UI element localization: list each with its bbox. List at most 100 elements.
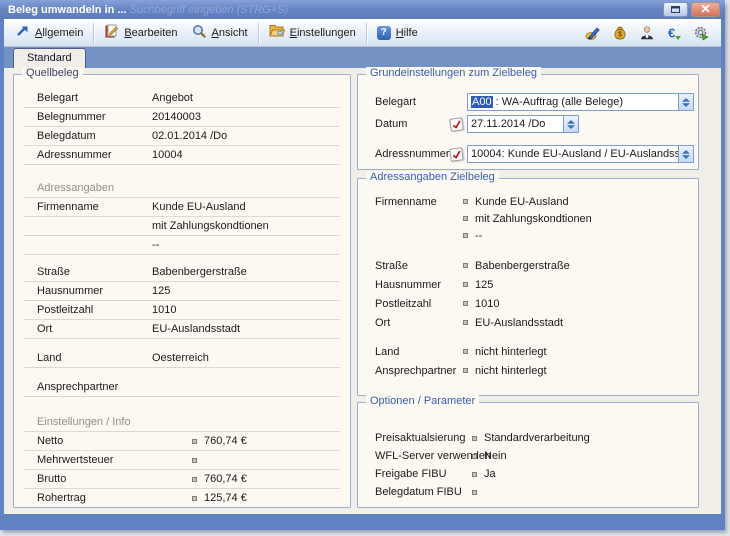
selected-text: A00 xyxy=(471,96,493,108)
toolbar-item-label: Einstellungen xyxy=(290,27,356,39)
tab-page-standard: Quellbeleg Belegart Angebot Belegnummer … xyxy=(4,68,721,514)
field-row: -- xyxy=(24,236,340,255)
field-row-ziel-strasse: Straße Babenbergerstraße xyxy=(358,256,698,275)
toolbar-item-ansicht[interactable]: Ansicht xyxy=(185,21,255,45)
section-header-adressangaben: Adressangaben xyxy=(24,179,340,198)
field-row-rohertrag: Rohertrag 125,74 € xyxy=(24,489,340,507)
field-row-ansprechpartner: Ansprechpartner xyxy=(24,378,340,397)
toolbar-item-hilfe[interactable]: ? Hilfe xyxy=(370,23,425,43)
value-marker-icon xyxy=(463,233,468,238)
toolbar-separator xyxy=(366,23,367,43)
field-row-freigabe-fibu: Freigabe FIBU Ja xyxy=(358,465,698,483)
signature-pen-icon[interactable] xyxy=(585,25,601,41)
tab-label: Standard xyxy=(27,52,72,64)
window-title: Beleg umwandeln in ... xyxy=(8,4,127,16)
field-row-belegnummer: Belegnummer 20140003 xyxy=(24,108,340,127)
process-export-icon[interactable] xyxy=(693,25,709,41)
toolbar: Allgemein Bearbeiten Ansicht Einstellung… xyxy=(4,19,721,47)
field-row-ziel-adressnummer: Adressnummer 10004: Kunde EU-Ausland / E… xyxy=(375,143,698,165)
adressnummer-combobox[interactable]: 10004: Kunde EU-Ausland / EU-Auslandssta… xyxy=(467,145,694,163)
field-row-land: Land Oesterreich xyxy=(24,349,340,368)
field-row: mit Zahlungskondtionen xyxy=(358,210,698,227)
value-marker-icon xyxy=(472,454,477,459)
restore-button[interactable] xyxy=(663,2,688,17)
field-row-strasse: Straße Babenbergerstraße xyxy=(24,263,340,282)
toolbar-item-label: Allgemein xyxy=(35,27,83,39)
value-marker-icon xyxy=(463,301,468,306)
close-icon xyxy=(701,4,710,16)
datum-spinbox[interactable]: 27.11.2014 /Do xyxy=(467,115,579,133)
close-button[interactable] xyxy=(691,2,720,17)
beleg-umwandeln-window: Beleg umwandeln in ... Suchbegriff einge… xyxy=(0,0,725,530)
value-marker-icon xyxy=(463,199,468,204)
value-marker-icon xyxy=(463,368,468,373)
field-row-ziel-ort: Ort EU-Auslandsstadt xyxy=(358,313,698,332)
value-marker-icon xyxy=(472,472,477,477)
field-row-belegdatum: Belegdatum 02.01.2014 /Do xyxy=(24,127,340,146)
help-icon: ? xyxy=(377,26,391,40)
field-row-ziel-land: Land nicht hinterlegt xyxy=(358,342,698,361)
field-row-ort: Ort EU-Auslandsstadt xyxy=(24,320,340,339)
dropdown-spinner-icon[interactable] xyxy=(678,146,693,162)
toolbar-item-bearbeiten[interactable]: Bearbeiten xyxy=(97,21,184,45)
edit-notebook-icon xyxy=(104,24,119,42)
field-row-ziel-firmenname: Firmenname Kunde EU-Ausland xyxy=(358,193,698,210)
search-hint: Suchbegriff eingeben (STRG+S) xyxy=(130,4,289,16)
field-row-ziel-belegart: Belegart A00 : WA-Auftrag (alle Belege) xyxy=(375,91,698,113)
toolbar-item-label: Hilfe xyxy=(396,27,418,39)
value-marker-icon xyxy=(463,349,468,354)
toolbar-item-allgemein[interactable]: Allgemein xyxy=(8,21,90,44)
zielbeleg-settings-panel: Grundeinstellungen zum Zielbeleg Belegar… xyxy=(357,74,699,170)
money-bag-icon[interactable]: $ xyxy=(612,25,628,41)
arrow-up-right-icon xyxy=(15,24,30,41)
titlebar: Beleg umwandeln in ... Suchbegriff einge… xyxy=(0,0,725,19)
restore-icon xyxy=(671,4,680,16)
magnifier-icon xyxy=(192,24,207,42)
toolbar-separator xyxy=(258,23,259,43)
address-check-icon[interactable] xyxy=(449,147,464,162)
quellbeleg-panel: Quellbeleg Belegart Angebot Belegnummer … xyxy=(13,74,351,508)
section-header-einstellungen-info: Einstellungen / Info xyxy=(24,413,340,432)
date-check-icon[interactable] xyxy=(449,117,464,132)
field-row-brutto: Brutto 760,74 € xyxy=(24,470,340,489)
field-row-ziel-hausnummer: Hausnummer 125 xyxy=(358,275,698,294)
field-row-netto: Netto 760,74 € xyxy=(24,432,340,451)
field-row-mehrwertsteuer: Mehrwertsteuer xyxy=(24,451,340,470)
svg-text:€: € xyxy=(668,25,675,40)
value-marker-icon xyxy=(472,436,477,441)
field-row-ziel-postleitzahl: Postleitzahl 1010 xyxy=(358,294,698,313)
dropdown-spinner-icon[interactable] xyxy=(678,94,693,110)
toolbar-item-einstellungen[interactable]: Einstellungen xyxy=(262,21,363,44)
ziel-adresse-panel: Adressangaben Zielbeleg Firmenname Kunde… xyxy=(357,178,699,396)
field-row-firmenname: Firmenname Kunde EU-Ausland xyxy=(24,198,340,217)
toolbar-separator xyxy=(93,23,94,43)
value-marker-icon xyxy=(463,216,468,221)
value-marker-icon xyxy=(192,458,197,463)
dropdown-spinner-icon[interactable] xyxy=(563,116,578,132)
field-row-belegart: Belegart Angebot xyxy=(24,89,340,108)
value-marker-icon xyxy=(472,490,477,495)
field-row-ziel-datum: Datum 27.11.2014 /Do xyxy=(375,113,698,135)
field-row-hausnummer: Hausnummer 125 xyxy=(24,282,340,301)
value-marker-icon xyxy=(192,477,197,482)
field-row: mit Zahlungskondtionen xyxy=(24,217,340,236)
contact-person-icon[interactable] xyxy=(639,25,655,41)
field-row-belegdatum-fibu: Belegdatum FIBU xyxy=(358,483,698,501)
belegart-combobox[interactable]: A00 : WA-Auftrag (alle Belege) xyxy=(467,93,694,111)
svg-text:$: $ xyxy=(618,31,622,38)
euro-icon[interactable]: € xyxy=(666,25,682,41)
field-row-preisaktualisierung: Preisaktualsierung Standardverarbeitung xyxy=(358,429,698,447)
value-marker-icon xyxy=(463,282,468,287)
optionen-panel: Optionen / Parameter Preisaktualsierung … xyxy=(357,402,699,508)
field-row-postleitzahl: Postleitzahl 1010 xyxy=(24,301,340,320)
value-marker-icon xyxy=(192,439,197,444)
field-row-adressnummer: Adressnummer 10004 xyxy=(24,146,340,165)
tab-standard[interactable]: Standard xyxy=(13,48,86,68)
toolbar-item-label: Bearbeiten xyxy=(124,27,177,39)
value-marker-icon xyxy=(192,496,197,501)
folder-settings-icon xyxy=(269,24,285,41)
value-marker-icon xyxy=(463,263,468,268)
field-row: -- xyxy=(358,227,698,244)
field-row-wfl-server: WFL-Server verwenden Nein xyxy=(358,447,698,465)
tabstrip: Standard xyxy=(4,47,721,68)
